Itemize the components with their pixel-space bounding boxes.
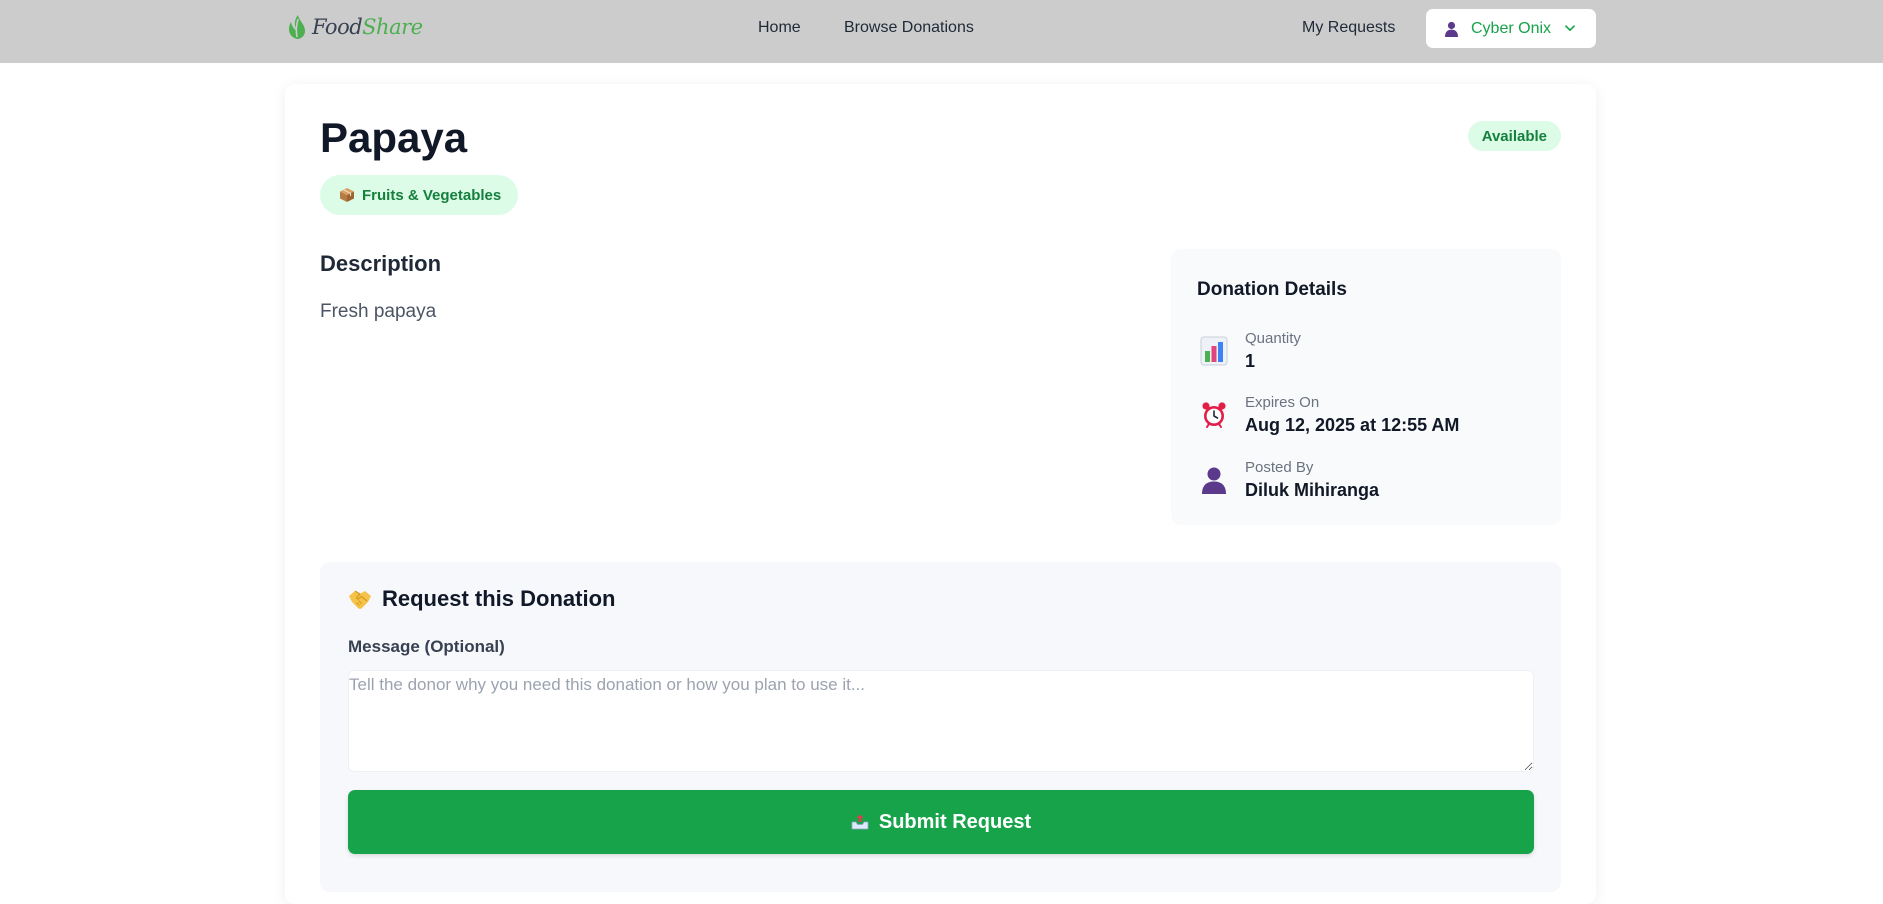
user-icon: [1444, 21, 1459, 37]
foodshare-logo[interactable]: FoodShare: [285, 12, 423, 42]
bar-chart-icon: [1197, 334, 1231, 368]
donation-details-panel: Donation Details Quantity 1 Expires On A…: [1171, 249, 1561, 525]
quantity-value: 1: [1245, 350, 1256, 371]
top-navbar: FoodShare Home Browse Donations My Reque…: [0, 0, 1883, 63]
request-donation-section: Request this Donation Message (Optional)…: [320, 562, 1561, 892]
category-badge: Fruits & Vegetables: [320, 175, 519, 215]
logo-wordmark-prefix: Food: [312, 15, 363, 39]
package-icon: [339, 187, 355, 203]
detail-posted-by: Posted By Diluk Mihiranga: [1197, 456, 1379, 504]
details-heading: Donation Details: [1197, 279, 1347, 300]
logo-wordmark-suffix: Share: [362, 15, 423, 39]
category-label: Fruits & Vegetables: [362, 186, 502, 204]
quantity-label: Quantity: [1245, 329, 1301, 347]
leaf-logo-icon: [285, 13, 309, 41]
donation-detail-card: Papaya Available Fruits & Vegetables Des…: [285, 84, 1596, 904]
description-text: Fresh papaya: [320, 301, 437, 322]
outbox-tray-icon: [851, 813, 869, 831]
nav-link-home[interactable]: Home: [758, 19, 801, 37]
submit-request-label: Submit Request: [878, 810, 1032, 833]
user-menu-button[interactable]: Cyber Onix: [1426, 9, 1596, 48]
status-badge: Available: [1467, 121, 1561, 151]
message-label: Message (Optional): [348, 637, 505, 656]
expires-on-label: Expires On: [1245, 393, 1320, 411]
user-name: Cyber Onix: [1471, 19, 1552, 37]
message-textarea[interactable]: [348, 670, 1534, 772]
donation-title: Papaya: [320, 114, 468, 161]
chevron-down-icon: [1565, 25, 1575, 32]
description-heading: Description: [320, 251, 442, 276]
request-heading-text: Request this Donation: [382, 586, 616, 611]
posted-by-label: Posted By: [1245, 458, 1314, 476]
nav-link-browse-donations[interactable]: Browse Donations: [844, 19, 974, 37]
submit-request-button[interactable]: Submit Request: [348, 790, 1534, 854]
posted-by-value: Diluk Mihiranga: [1245, 479, 1380, 500]
logo-wordmark: FoodShare: [312, 15, 423, 39]
detail-expires-on: Expires On Aug 12, 2025 at 12:55 AM: [1197, 391, 1459, 439]
nav-link-my-requests[interactable]: My Requests: [1302, 19, 1395, 37]
person-icon: [1197, 463, 1231, 497]
alarm-clock-icon: [1197, 398, 1231, 432]
handshake-icon: [348, 588, 372, 610]
detail-quantity: Quantity 1: [1197, 327, 1301, 375]
expires-on-value: Aug 12, 2025 at 12:55 AM: [1245, 414, 1460, 435]
request-heading: Request this Donation: [348, 586, 615, 612]
